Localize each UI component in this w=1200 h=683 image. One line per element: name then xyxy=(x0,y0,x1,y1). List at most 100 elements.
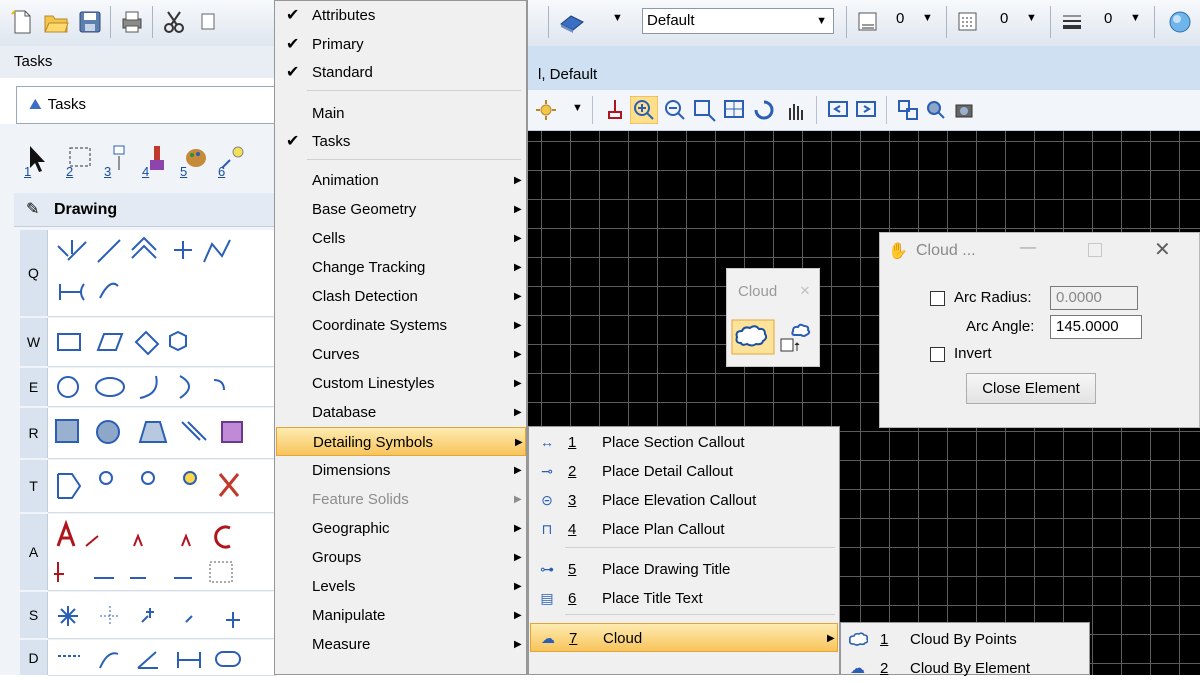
menu-item-manipulate[interactable]: Manipulate ▶ xyxy=(276,601,526,630)
level-combo[interactable]: Default ▼ xyxy=(642,8,834,34)
menu-item-place-section-callout[interactable]: ↔ 1 Place Section Callout xyxy=(530,428,838,457)
arc-angle-input[interactable]: 145.0000 xyxy=(1050,315,1142,339)
open-folder-icon[interactable] xyxy=(42,8,70,36)
chevron-down-icon[interactable]: ▼ xyxy=(922,12,933,24)
menu-item-groups[interactable]: Groups ▶ xyxy=(276,543,526,572)
menu-item-label: Curves xyxy=(312,346,360,363)
menu-item-label: Place Plan Callout xyxy=(602,521,725,538)
chevron-down-icon[interactable]: ▼ xyxy=(1026,12,1037,24)
arc-radius-checkbox[interactable] xyxy=(930,291,945,306)
menu-item-cells[interactable]: Cells ▶ xyxy=(276,224,526,253)
ellipse-tools-icon[interactable] xyxy=(54,372,274,402)
menu-item-place-elevation-callout[interactable]: ⊝ 3 Place Elevation Callout xyxy=(530,486,838,515)
toolbar-separator xyxy=(846,6,847,38)
polygon-tools-icon[interactable] xyxy=(54,326,274,360)
menu-item-cloud[interactable]: ☁ 7 Cloud ▶ xyxy=(530,623,838,652)
menu-item-geographic[interactable]: Geographic ▶ xyxy=(276,514,526,543)
menu-item-change-tracking[interactable]: Change Tracking ▶ xyxy=(276,253,526,282)
chevron-down-icon[interactable]: ▼ xyxy=(1130,12,1141,24)
zoom-out-icon[interactable] xyxy=(662,98,688,122)
menu-item-label: Custom Linestyles xyxy=(312,375,435,392)
submenu-arrow-icon: ▶ xyxy=(514,465,522,476)
transparency-icon[interactable] xyxy=(1166,8,1194,36)
menu-item-number: 6 xyxy=(568,590,577,607)
close-element-button[interactable]: Close Element xyxy=(966,373,1096,404)
display-style-icon[interactable] xyxy=(558,8,586,36)
menu-item-primary[interactable]: ✔ Primary xyxy=(276,30,526,59)
row-letter-r: R xyxy=(20,408,48,458)
close-icon[interactable]: ✕ xyxy=(795,283,815,301)
zoom-in-icon[interactable] xyxy=(630,96,658,124)
menu-item-measure[interactable]: Measure ▶ xyxy=(276,630,526,659)
save-icon[interactable] xyxy=(76,8,104,36)
maximize-icon[interactable] xyxy=(1088,243,1102,257)
toolbar-separator xyxy=(110,6,111,38)
menu-item-feature-solids[interactable]: Feature Solids ▶ xyxy=(276,485,526,514)
menu-item-detailing-symbols[interactable]: Detailing Symbols ▶ xyxy=(276,427,526,456)
line-color-value: 0 xyxy=(896,10,905,27)
menu-separator xyxy=(565,614,835,615)
menu-item-label: Base Geometry xyxy=(312,201,417,218)
menu-item-animation[interactable]: Animation ▶ xyxy=(276,166,526,195)
minimize-icon[interactable]: — xyxy=(1020,239,1036,257)
menu-item-place-detail-callout[interactable]: ⊸ 2 Place Detail Callout xyxy=(530,457,838,486)
menu-item-number: 7 xyxy=(569,630,578,647)
menu-item-number: 5 xyxy=(568,561,577,578)
menu-item-cloud-by-element[interactable]: ☁ 2 Cloud By Element xyxy=(842,654,1088,683)
menu-item-attributes[interactable]: ✔ Attributes xyxy=(276,1,526,30)
menu-item-curves[interactable]: Curves ▶ xyxy=(276,340,526,369)
line-style-icon[interactable] xyxy=(954,8,982,36)
view-next-icon[interactable] xyxy=(854,98,880,122)
menu-item-place-drawing-title[interactable]: ⊶ 5 Place Drawing Title xyxy=(530,555,838,584)
copy-icon[interactable] xyxy=(196,8,224,36)
arc-radius-input[interactable]: 0.0000 xyxy=(1050,286,1138,310)
menu-item-clash-detection[interactable]: Clash Detection ▶ xyxy=(276,282,526,311)
menu-item-levels[interactable]: Levels ▶ xyxy=(276,572,526,601)
view-previous-icon[interactable] xyxy=(826,98,852,122)
tasks-dropdown[interactable]: ⛰ Tasks xyxy=(16,86,276,124)
cloud-by-points-icon[interactable] xyxy=(731,319,775,355)
menu-item-cloud-by-points[interactable]: 1 Cloud By Points xyxy=(842,625,1088,654)
cell-tools-icon[interactable] xyxy=(54,466,274,506)
linear-tools-row xyxy=(48,230,276,317)
menu-item-standard[interactable]: ✔ Standard xyxy=(276,58,526,87)
tasks-panel-title-text: Tasks xyxy=(14,53,53,70)
chevron-down-icon[interactable]: ▼ xyxy=(612,12,623,24)
pan-view-icon[interactable] xyxy=(782,98,808,122)
drawing-section-header[interactable]: ✎ Drawing xyxy=(14,193,276,227)
point-tools-icon[interactable] xyxy=(54,598,274,634)
dimension-tools-icon[interactable] xyxy=(54,644,274,674)
linear-tools-icon[interactable] xyxy=(54,236,274,310)
menu-item-tasks[interactable]: ✔ Tasks xyxy=(276,127,526,156)
menu-item-database[interactable]: Database ▶ xyxy=(276,398,526,427)
fit-view-icon[interactable] xyxy=(722,98,748,122)
submenu-arrow-icon: ▶ xyxy=(514,262,522,273)
menu-item-place-title-text[interactable]: ▤ 6 Place Title Text xyxy=(530,584,838,613)
camera-icon[interactable] xyxy=(952,98,978,122)
new-file-icon[interactable] xyxy=(8,8,36,36)
view-tools-icon[interactable] xyxy=(924,98,950,122)
close-icon[interactable]: ✕ xyxy=(1154,237,1171,262)
task-number: 3 xyxy=(104,164,112,179)
menu-item-main[interactable]: Main xyxy=(276,99,526,128)
cloud-by-element-icon[interactable] xyxy=(777,317,817,357)
menu-item-custom-linestyles[interactable]: Custom Linestyles ▶ xyxy=(276,369,526,398)
copy-view-icon[interactable] xyxy=(896,98,922,122)
menu-item-dimensions[interactable]: Dimensions ▶ xyxy=(276,456,526,485)
view-attributes-icon[interactable] xyxy=(534,98,562,122)
menu-item-place-plan-callout[interactable]: ⊓ 4 Place Plan Callout xyxy=(530,515,838,544)
invert-checkbox[interactable] xyxy=(930,347,945,362)
print-icon[interactable] xyxy=(118,8,146,36)
level-combo-value: Default xyxy=(647,12,695,29)
chevron-down-icon[interactable]: ▼ xyxy=(572,102,583,114)
rotate-view-icon[interactable] xyxy=(752,98,778,122)
line-color-icon[interactable] xyxy=(854,8,882,36)
update-view-icon[interactable] xyxy=(602,98,628,122)
cut-icon[interactable] xyxy=(160,8,188,36)
menu-item-base-geometry[interactable]: Base Geometry ▶ xyxy=(276,195,526,224)
line-weight-icon[interactable] xyxy=(1058,8,1086,36)
text-tools-icon[interactable] xyxy=(54,518,274,588)
window-area-icon[interactable] xyxy=(692,98,718,122)
pattern-tools-icon[interactable] xyxy=(54,414,274,452)
menu-item-coordinate-systems[interactable]: Coordinate Systems ▶ xyxy=(276,311,526,340)
